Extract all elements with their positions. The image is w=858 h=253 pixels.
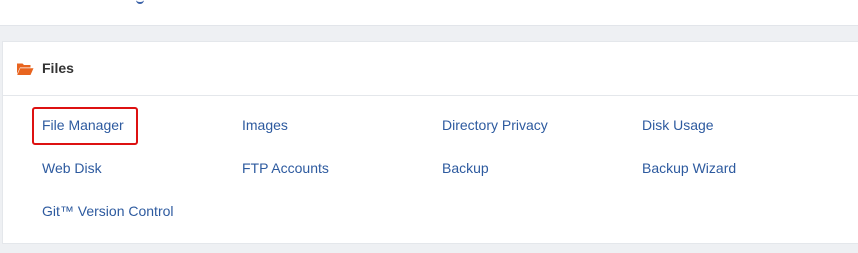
backup-wizard-link[interactable]: Backup Wizard [642, 159, 736, 177]
folder-open-icon [17, 63, 34, 75]
backup-link[interactable]: Backup [442, 159, 489, 177]
files-section-header[interactable]: Files [3, 42, 858, 96]
images-link[interactable]: Images [242, 116, 288, 134]
previous-section-panel [0, 0, 858, 26]
disk-usage-link[interactable]: Disk Usage [642, 116, 714, 134]
files-section-title: Files [42, 60, 74, 76]
git-version-control-link[interactable]: Git™ Version Control [42, 202, 174, 220]
directory-privacy-link[interactable]: Directory Privacy [442, 116, 548, 134]
web-disk-link[interactable]: Web Disk [42, 159, 102, 177]
files-section-panel: Files File Manager Images Directory Priv… [2, 41, 858, 244]
truncated-link-fragment [136, 0, 144, 4]
ftp-accounts-link[interactable]: FTP Accounts [242, 159, 329, 177]
file-manager-link[interactable]: File Manager [42, 116, 124, 134]
